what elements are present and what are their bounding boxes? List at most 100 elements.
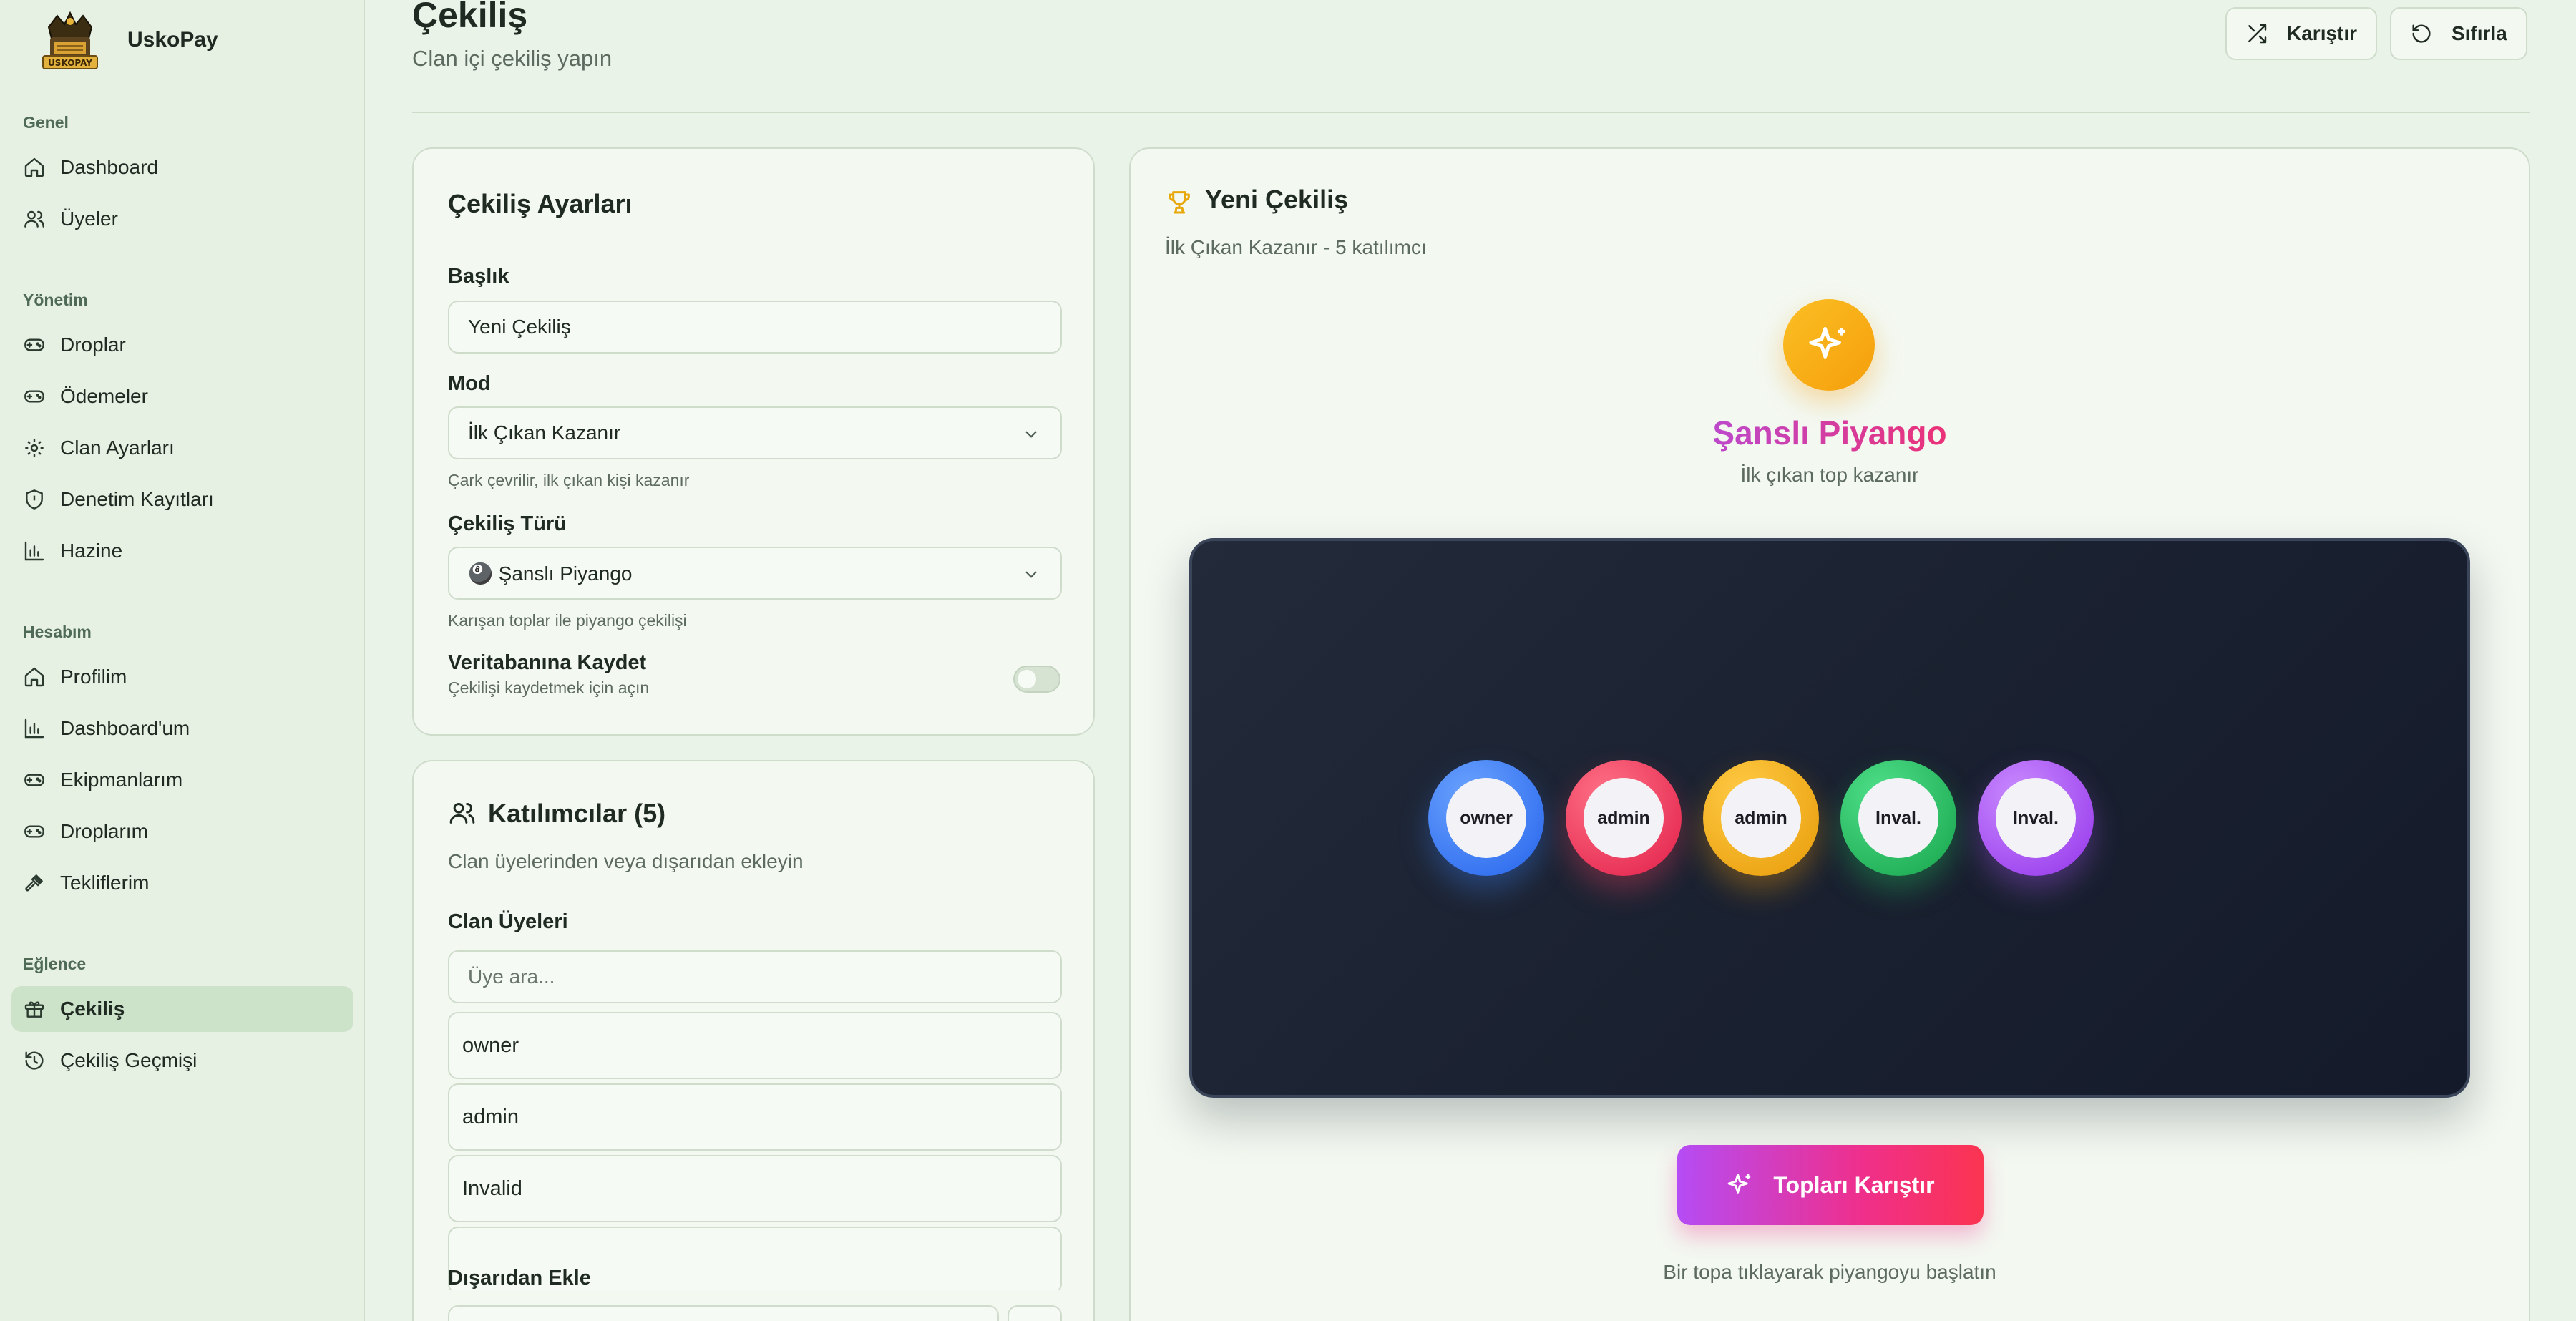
type-select[interactable]: 🎱 Şanslı Piyango [448, 547, 1062, 600]
sidebar-item-denetim-kayitlari[interactable]: Denetim Kayıtları [11, 477, 353, 522]
draw-title: Yeni Çekiliş [1205, 185, 1349, 214]
mode-hint: Çark çevrilir, ilk çıkan kişi kazanır [448, 471, 690, 489]
game-title: Şanslı Piyango [1129, 414, 2530, 452]
section-title-eglence: Eğlence [23, 955, 87, 973]
gavel-icon [25, 874, 43, 892]
member-name: Invalid [462, 1176, 522, 1200]
lottery-stage [1189, 538, 2470, 1098]
history-icon [25, 1051, 44, 1070]
sidebar-item-label: Droplar [60, 333, 126, 356]
sidebar-item-label: Denetim Kayıtları [60, 488, 214, 510]
draw-footer-hint: Bir topa tıklayarak piyangoyu başlatın [1663, 1261, 1996, 1283]
participants-subtitle: Clan üyelerinden veya dışarıdan ekleyin [448, 850, 804, 872]
sidebar-item-droplarim[interactable]: Droplarım [11, 809, 353, 854]
list-item[interactable]: owner [448, 1012, 1062, 1079]
sidebar-item-label: Çekiliş [60, 998, 125, 1020]
sidebar-item-profilim[interactable]: Profilim [11, 654, 353, 700]
sidebar-item-clan-ayarlari[interactable]: Clan Ayarları [11, 425, 353, 471]
sidebar-item-dashboard[interactable]: Dashboard [11, 145, 353, 190]
settings-title: Çekiliş Ayarları [448, 189, 633, 218]
shuffle-button[interactable]: Karıştır [2225, 7, 2378, 60]
gamepad-icon [24, 390, 44, 403]
header-divider [412, 112, 2530, 113]
sidebar-item-label: Ekipmanlarım [60, 769, 183, 791]
external-add-label: Dışarıdan Ekle [448, 1267, 591, 1290]
lottery-ball[interactable]: Inval. [1840, 760, 1956, 876]
gamepad-icon [24, 825, 44, 838]
sidebar-item-label: Çekiliş Geçmişi [60, 1049, 197, 1071]
lottery-ball[interactable]: Inval. [1978, 760, 2094, 876]
users-icon [24, 210, 44, 228]
mix-balls-label: Topları Karıştır [1773, 1171, 1935, 1198]
member-search-placeholder: Üye ara... [468, 965, 555, 988]
sidebar-item-dashboardum[interactable]: Dashboard'um [11, 706, 353, 751]
ball-label: admin [1584, 778, 1664, 858]
sidebar-item-tekliflerim[interactable]: Tekliflerim [11, 860, 353, 906]
settings-card: Çekiliş Ayarları Başlık Yeni Çekiliş Mod… [412, 147, 1095, 736]
sidebar-item-cekilis-gecmisi[interactable]: Çekiliş Geçmişi [11, 1038, 353, 1083]
sidebar-item-label: Profilim [60, 666, 127, 688]
save-db-toggle[interactable] [1013, 666, 1060, 693]
sidebar-item-label: Üyeler [60, 208, 118, 230]
save-db-hint: Çekilişi kaydetmek için açın [448, 678, 650, 697]
external-name-input[interactable] [448, 1305, 999, 1321]
sidebar-item-label: Dashboard [60, 156, 158, 178]
lottery-ball[interactable]: admin [1703, 760, 1819, 876]
sparkles-icon [1728, 1174, 1751, 1194]
shuffle-icon [2248, 24, 2267, 44]
mode-select[interactable]: İlk Çıkan Kazanır [448, 406, 1062, 459]
ball-label: admin [1721, 778, 1801, 858]
reset-button[interactable]: Sıfırla [2390, 7, 2527, 60]
reset-button-label: Sıfırla [2451, 22, 2507, 44]
chevron-down-icon [1025, 571, 1037, 578]
mix-balls-button[interactable]: Topları Karıştır [1677, 1145, 1984, 1225]
brand-name: UskoPay [127, 28, 218, 52]
title-input[interactable]: Yeni Çekiliş [448, 301, 1062, 354]
sidebar-item-uyeler[interactable]: Üyeler [11, 196, 353, 242]
ball-label: Inval. [1858, 778, 1938, 858]
gear-icon [25, 439, 44, 457]
external-add-button[interactable] [1008, 1305, 1062, 1321]
home-icon [24, 667, 44, 687]
svg-text:USKOPAY: USKOPAY [48, 58, 92, 68]
participants-title: Katılımcılar (5) [488, 799, 666, 828]
save-db-label: Veritabanına Kaydet [448, 651, 647, 674]
sparkles-icon [1809, 326, 1845, 359]
sidebar-item-cekilis[interactable]: Çekiliş [11, 986, 353, 1032]
sidebar-item-label: Tekliflerim [60, 872, 150, 894]
list-item[interactable]: Invalid [448, 1155, 1062, 1222]
type-hint: Karışan toplar ile piyango çekilişi [448, 611, 687, 630]
clan-members-label: Clan Üyeleri [448, 910, 568, 933]
sidebar-item-label: Hazine [60, 540, 123, 562]
page-title: Çekiliş [412, 0, 528, 35]
lottery-ball[interactable]: owner [1428, 760, 1544, 876]
trophy-icon [1169, 191, 1190, 214]
member-search-input[interactable]: Üye ara... [448, 950, 1062, 1003]
sidebar: USKOPAY UskoPay Genel Dashboard Üyeler Y… [0, 0, 365, 1321]
brand[interactable]: USKOPAY UskoPay [36, 6, 218, 74]
gamepad-icon [24, 774, 44, 786]
home-icon [24, 157, 44, 177]
list-item[interactable]: admin [448, 1083, 1062, 1151]
gift-icon [24, 1001, 44, 1018]
member-list[interactable]: owner admin Invalid [414, 1012, 1096, 1290]
shuffle-button-label: Karıştır [2287, 22, 2358, 44]
bar-chart-icon [24, 541, 44, 561]
ball-label: owner [1446, 778, 1526, 858]
sidebar-item-hazine[interactable]: Hazine [11, 528, 353, 574]
bar-chart-icon [24, 718, 44, 739]
member-name: admin [462, 1105, 519, 1129]
type-select-value: 🎱 Şanslı Piyango [468, 562, 633, 585]
game-subtitle: İlk çıkan top kazanır [1740, 464, 1919, 486]
draw-subtitle: İlk Çıkan Kazanır - 5 katılımcı [1165, 236, 1427, 258]
section-title-yonetim: Yönetim [23, 291, 88, 309]
sidebar-item-odemeler[interactable]: Ödemeler [11, 374, 353, 419]
mode-label: Mod [448, 372, 491, 395]
reset-icon [2412, 24, 2431, 43]
sidebar-item-label: Clan Ayarları [60, 437, 175, 459]
brand-logo: USKOPAY [36, 6, 104, 74]
sidebar-item-ekipmanlarim[interactable]: Ekipmanlarım [11, 757, 353, 803]
lottery-ball[interactable]: admin [1566, 760, 1682, 876]
sidebar-item-droplar[interactable]: Droplar [11, 322, 353, 368]
gamepad-icon [24, 338, 44, 351]
